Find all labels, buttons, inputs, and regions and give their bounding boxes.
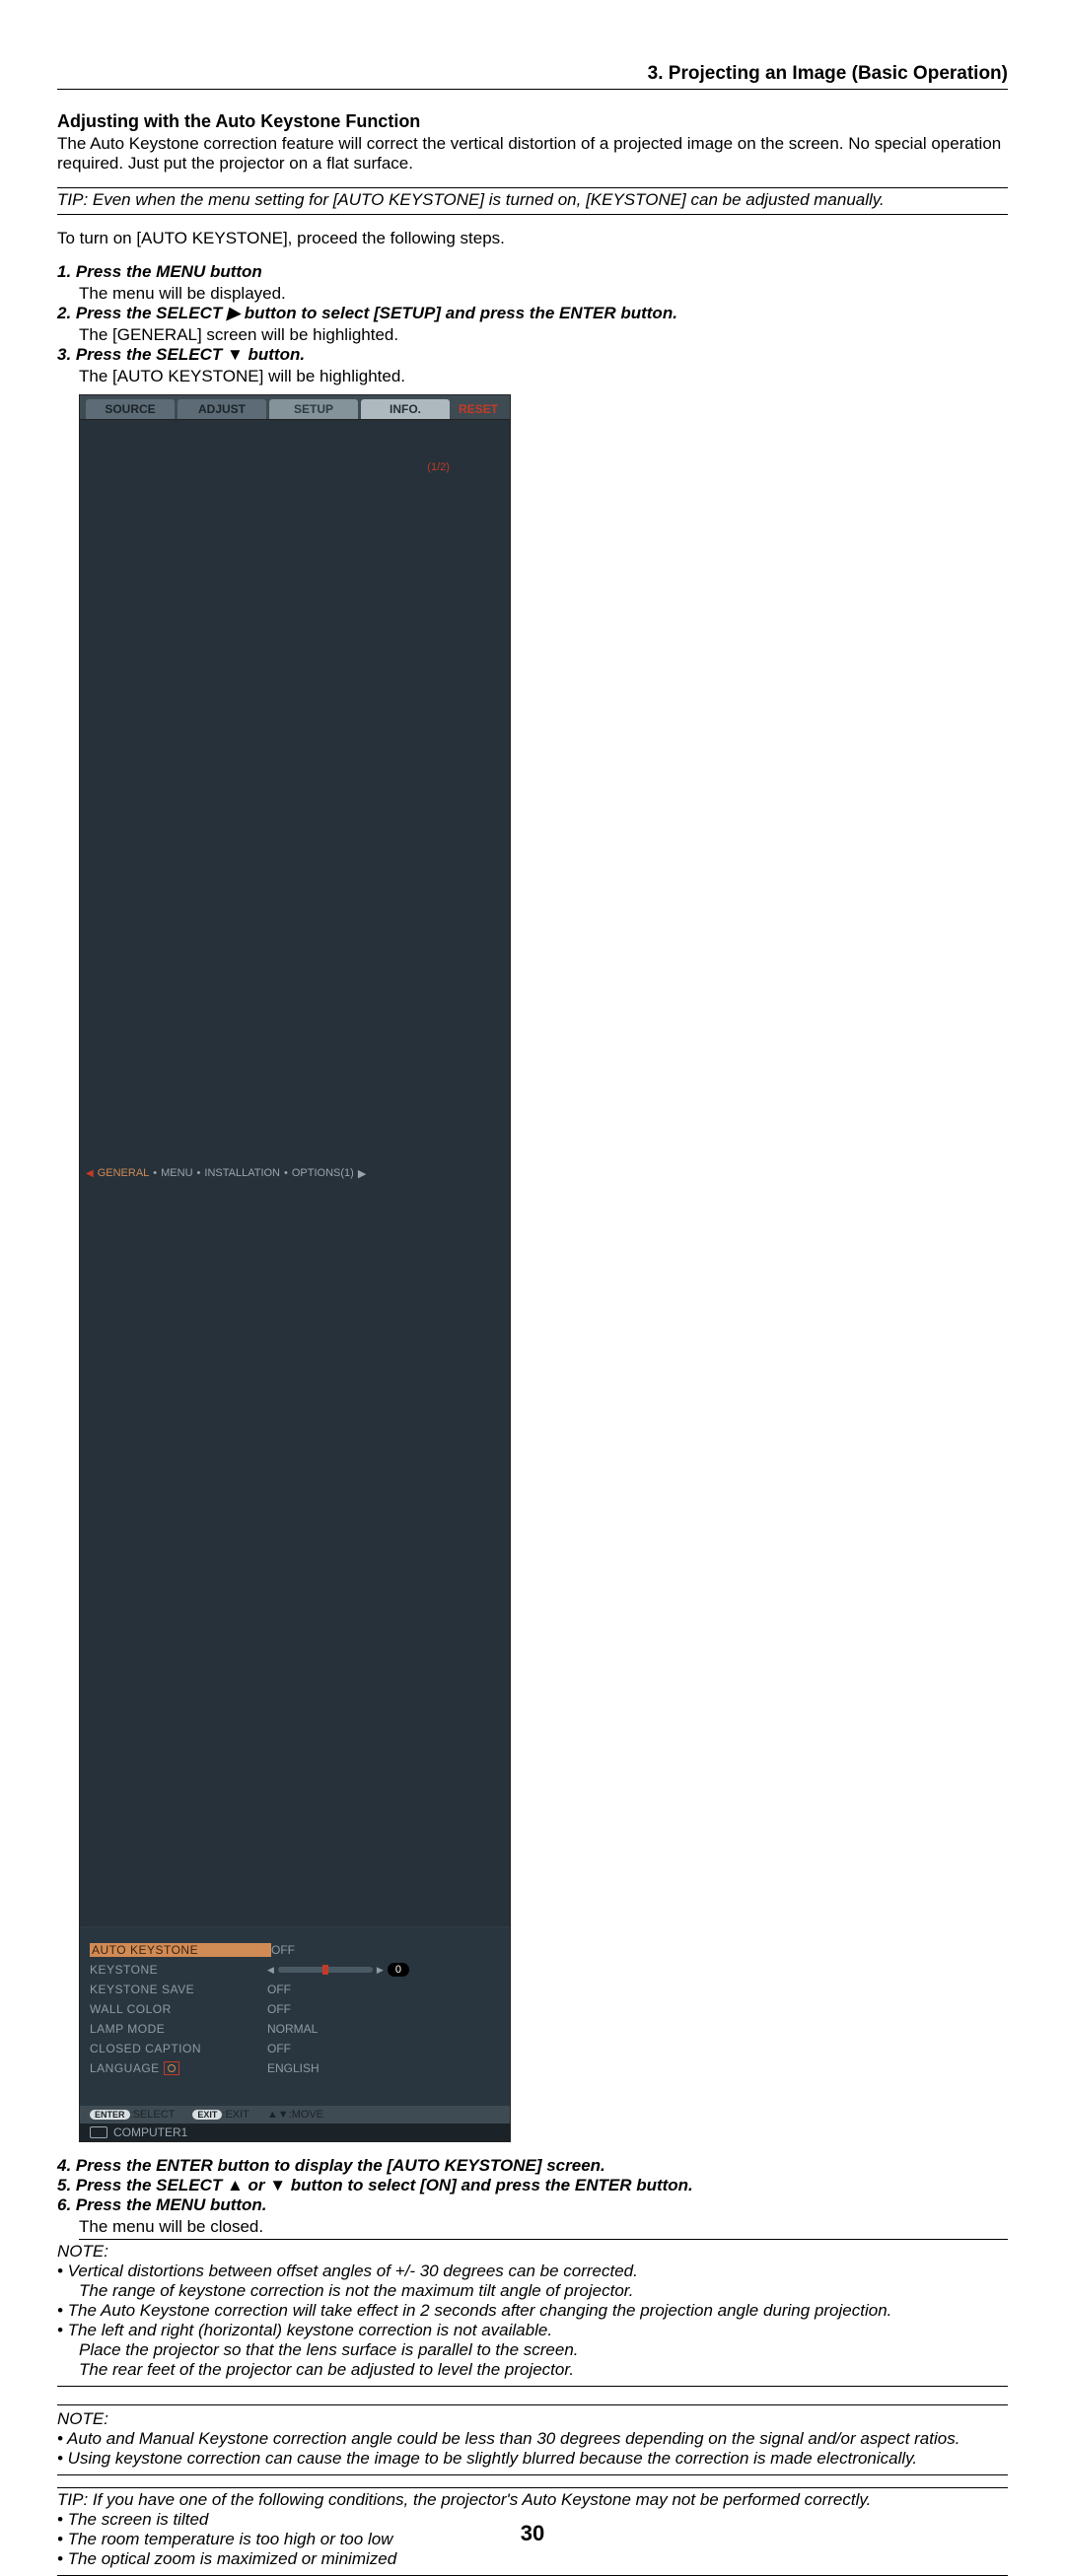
step-4: 4. Press the ENTER button to display the… xyxy=(57,2156,1008,2176)
osd-tab-source: SOURCE xyxy=(86,399,175,419)
note-bullet: • Auto and Manual Keystone correction an… xyxy=(57,2429,1008,2449)
osd-source-label: COMPUTER1 xyxy=(113,2125,187,2139)
osd-label: LANGUAGE xyxy=(90,2061,267,2076)
osd-label: KEYSTONE SAVE xyxy=(90,1983,267,1996)
osd-tab-reset: RESET xyxy=(453,399,504,419)
select-label: :SELECT xyxy=(130,2109,176,2121)
tip-bullet: • The optical zoom is maximized or minim… xyxy=(57,2549,1008,2569)
osd-subtab-options: OPTIONS(1) xyxy=(292,1167,354,1179)
move-label: :MOVE xyxy=(289,2109,323,2121)
exit-pill: EXIT xyxy=(192,2110,222,2120)
osd-tab-adjust: ADJUST xyxy=(178,399,266,419)
step-6: 6. Press the MENU button. xyxy=(57,2195,1008,2215)
osd-tab-info: INFO. xyxy=(361,399,450,419)
step-2: 2. Press the SELECT ▶ button to select [… xyxy=(57,304,1008,323)
osd-subtab-menu: MENU xyxy=(161,1167,192,1179)
note-bullet: • The Auto Keystone correction will take… xyxy=(57,2301,1008,2321)
tip-text: TIP: Even when the menu setting for [AUT… xyxy=(57,190,1008,215)
osd-row-lamp-mode: LAMP MODE NORMAL xyxy=(90,2019,500,2039)
osd-row-language: LANGUAGE ENGLISH xyxy=(90,2058,500,2078)
osd-slider-value: 0 xyxy=(388,1963,409,1977)
exit-label: :EXIT xyxy=(222,2109,249,2121)
osd-subtab-install: INSTALLATION xyxy=(204,1167,280,1179)
section-title: Adjusting with the Auto Keystone Functio… xyxy=(57,111,1008,132)
step-1: 1. Press the MENU button xyxy=(57,262,1008,282)
osd-row-wall-color: WALL COLOR OFF xyxy=(90,1999,500,2019)
osd-label: AUTO KEYSTONE xyxy=(90,1943,271,1957)
osd-value: OFF xyxy=(267,2002,291,2016)
osd-tabs: SOURCE ADJUST SETUP INFO. RESET xyxy=(80,395,510,420)
osd-value: NORMAL xyxy=(267,2022,318,2036)
note-bullet: • The left and right (horizontal) keysto… xyxy=(57,2321,1008,2340)
left-arrow-icon: ◀ xyxy=(86,1168,94,1179)
page-number: 30 xyxy=(0,2521,1065,2546)
osd-value: OFF xyxy=(271,1943,295,1957)
osd-row-keystone: KEYSTONE ◀ ▶ 0 xyxy=(90,1960,500,1980)
osd-label: WALL COLOR xyxy=(90,2002,267,2016)
osd-page-indicator: (1/2) xyxy=(370,422,507,1924)
step-3: 3. Press the SELECT ▼ button. xyxy=(57,345,1008,365)
osd-tab-setup: SETUP xyxy=(269,399,358,419)
osd-subtab-general: GENERAL xyxy=(98,1167,150,1179)
tip-lead: TIP: If you have one of the following co… xyxy=(57,2490,1008,2510)
note-label: NOTE: xyxy=(57,2242,1008,2262)
right-arrow-icon: ▶ xyxy=(358,1167,366,1180)
osd-source-bar: COMPUTER1 xyxy=(80,2123,510,2141)
note-block-2: NOTE: • Auto and Manual Keystone correct… xyxy=(57,2409,1008,2475)
note-block-1: NOTE: • Vertical distortions between off… xyxy=(57,2242,1008,2387)
step-2-sub: The [GENERAL] screen will be highlighted… xyxy=(79,325,1008,345)
lead-in: To turn on [AUTO KEYSTONE], proceed the … xyxy=(57,229,1008,248)
osd-footer: ENTER:SELECT EXIT:EXIT ▲▼:MOVE xyxy=(80,2106,510,2123)
step-1-sub: The menu will be displayed. xyxy=(79,284,1008,304)
note-bullet: • Vertical distortions between offset an… xyxy=(57,2262,1008,2281)
osd-row-closed-caption: CLOSED CAPTION OFF xyxy=(90,2039,500,2058)
note-bullet-cont: The rear feet of the projector can be ad… xyxy=(79,2360,1008,2380)
osd-value: ENGLISH xyxy=(267,2061,320,2075)
language-icon xyxy=(164,2061,179,2075)
note-label: NOTE: xyxy=(57,2409,1008,2429)
note-bullet: • Using keystone correction can cause th… xyxy=(57,2449,1008,2469)
move-arrows-icon: ▲▼ xyxy=(267,2109,289,2121)
osd-row-auto-keystone: AUTO KEYSTONE OFF xyxy=(90,1940,500,1960)
step-3-sub: The [AUTO KEYSTONE] will be highlighted. xyxy=(79,367,1008,386)
step-6-sub: The menu will be closed. xyxy=(79,2217,1008,2240)
source-icon xyxy=(90,2126,107,2138)
chapter-header: 3. Projecting an Image (Basic Operation) xyxy=(57,63,1008,90)
osd-subtabs: ◀ GENERAL • MENU • INSTALLATION • OPTION… xyxy=(80,420,510,1926)
osd-label: LAMP MODE xyxy=(90,2022,267,2036)
osd-label: CLOSED CAPTION xyxy=(90,2042,267,2055)
osd-label: KEYSTONE xyxy=(90,1963,267,1977)
osd-menu: SOURCE ADJUST SETUP INFO. RESET ◀ GENERA… xyxy=(79,394,511,2142)
osd-value: OFF xyxy=(267,1983,291,1996)
enter-pill: ENTER xyxy=(90,2110,130,2120)
intro-paragraph: The Auto Keystone correction feature wil… xyxy=(57,134,1008,174)
note-bullet-cont: Place the projector so that the lens sur… xyxy=(79,2340,1008,2360)
osd-slider: ◀ ▶ 0 xyxy=(267,1963,409,1977)
step-5: 5. Press the SELECT ▲ or ▼ button to sel… xyxy=(57,2176,1008,2195)
osd-row-keystone-save: KEYSTONE SAVE OFF xyxy=(90,1980,500,1999)
note-bullet-cont: The range of keystone correction is not … xyxy=(79,2281,1008,2301)
osd-value: OFF xyxy=(267,2042,291,2055)
